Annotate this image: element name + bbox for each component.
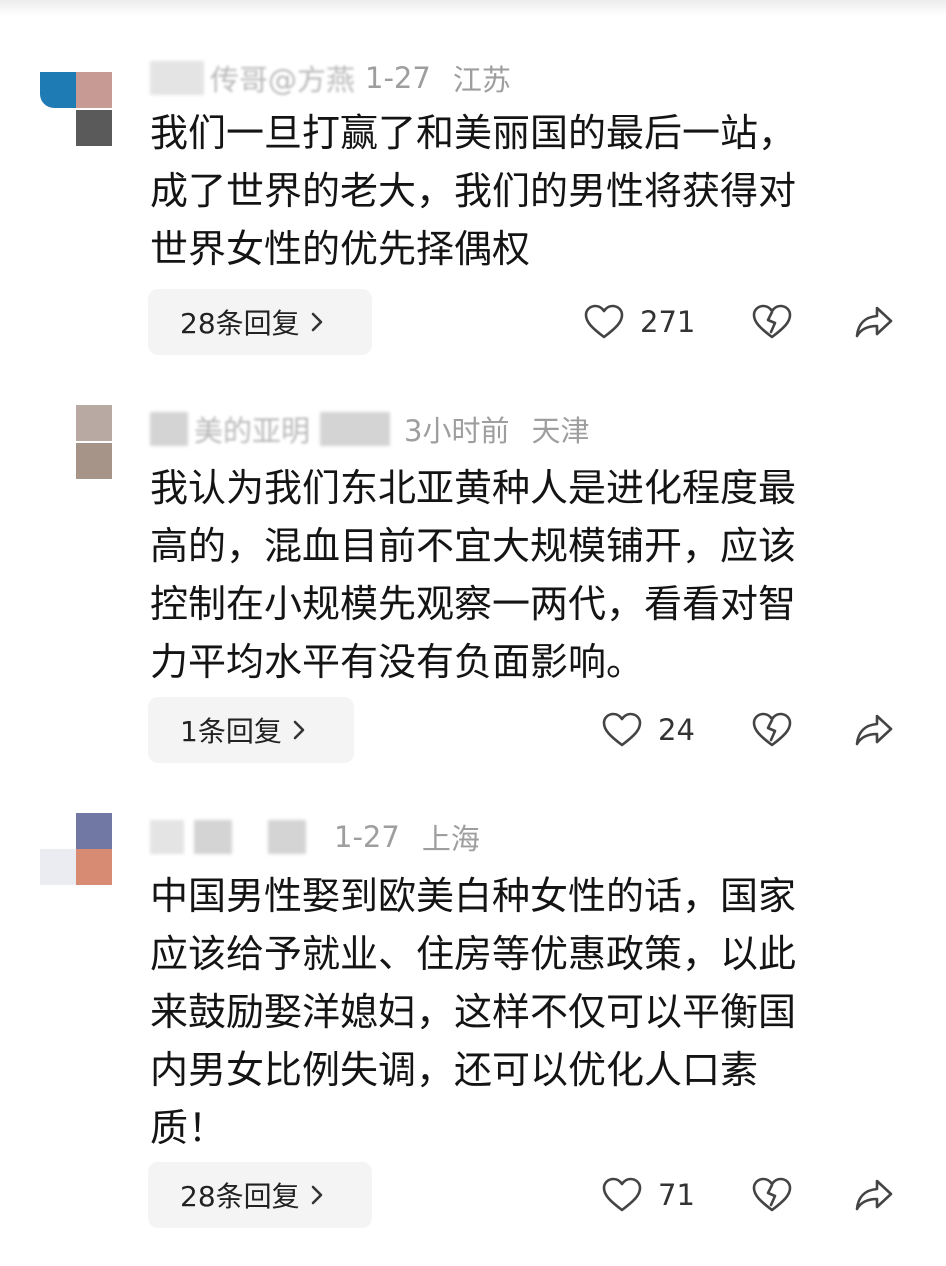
view-replies-button[interactable]: 1条回复	[148, 697, 354, 763]
heart-outline-icon	[602, 712, 642, 747]
share-arrow-icon	[855, 306, 893, 338]
share-arrow-icon	[855, 1179, 893, 1211]
view-replies-button[interactable]: 28条回复	[148, 1162, 372, 1228]
username[interactable]: 美的亚明	[194, 408, 310, 450]
like-button[interactable]: 271	[584, 289, 695, 355]
dislike-button[interactable]	[750, 289, 794, 355]
view-replies-button[interactable]: 28条回复	[148, 289, 372, 355]
like-button[interactable]: 24	[602, 697, 695, 763]
heart-outline-icon	[602, 1177, 642, 1212]
comment-location: 天津	[531, 414, 590, 448]
like-count: 271	[640, 305, 696, 339]
like-button[interactable]: 71	[602, 1162, 695, 1228]
dislike-button[interactable]	[750, 697, 794, 763]
comment-meta: 传哥@方燕 1-27 江苏	[150, 58, 511, 98]
avatar[interactable]	[40, 405, 112, 481]
share-button[interactable]	[852, 697, 896, 763]
comment-actions: 1条回复 24	[0, 697, 946, 763]
comment-text: 我们一旦打赢了和美丽国的最后一站， 成了世界的老大，我们的男性将获得对 世界女性…	[150, 111, 797, 271]
chevron-right-icon	[311, 312, 322, 332]
comment-time: 1-27	[334, 820, 400, 854]
comment-location: 江苏	[452, 63, 511, 97]
dislike-button[interactable]	[750, 1162, 794, 1228]
broken-heart-icon	[752, 1177, 792, 1212]
comment-actions: 28条回复 71	[0, 1162, 946, 1228]
comment-location: 上海	[421, 822, 480, 856]
top-edge	[0, 0, 946, 16]
broken-heart-icon	[752, 712, 792, 747]
comment-meta: 1-27 上海	[150, 817, 480, 857]
heart-outline-icon	[584, 304, 624, 339]
comment-meta: 美的亚明 3小时前 天津	[150, 409, 589, 449]
chevron-right-icon	[293, 720, 305, 740]
avatar[interactable]	[40, 813, 112, 889]
username[interactable]: 传哥@方燕	[210, 57, 355, 99]
comment-actions: 28条回复 271	[0, 289, 946, 355]
chevron-right-icon	[311, 1185, 322, 1205]
comment-text: 我认为我们东北亚黄种人是进化程度最 高的，混血目前不宜大规模铺开，应该 控制在小…	[150, 466, 797, 684]
share-button[interactable]	[852, 289, 896, 355]
share-arrow-icon	[855, 714, 893, 746]
avatar[interactable]	[40, 72, 112, 148]
share-button[interactable]	[852, 1162, 896, 1228]
comment-time: 1-27	[365, 61, 431, 95]
like-count: 71	[658, 1178, 695, 1212]
comment-time: 3小时前	[404, 414, 510, 448]
broken-heart-icon	[752, 304, 792, 339]
like-count: 24	[658, 713, 695, 747]
comment-text: 中国男性娶到欧美白种女性的话，国家 应该给予就业、住房等优惠政策，以此 来鼓励娶…	[150, 874, 797, 1150]
